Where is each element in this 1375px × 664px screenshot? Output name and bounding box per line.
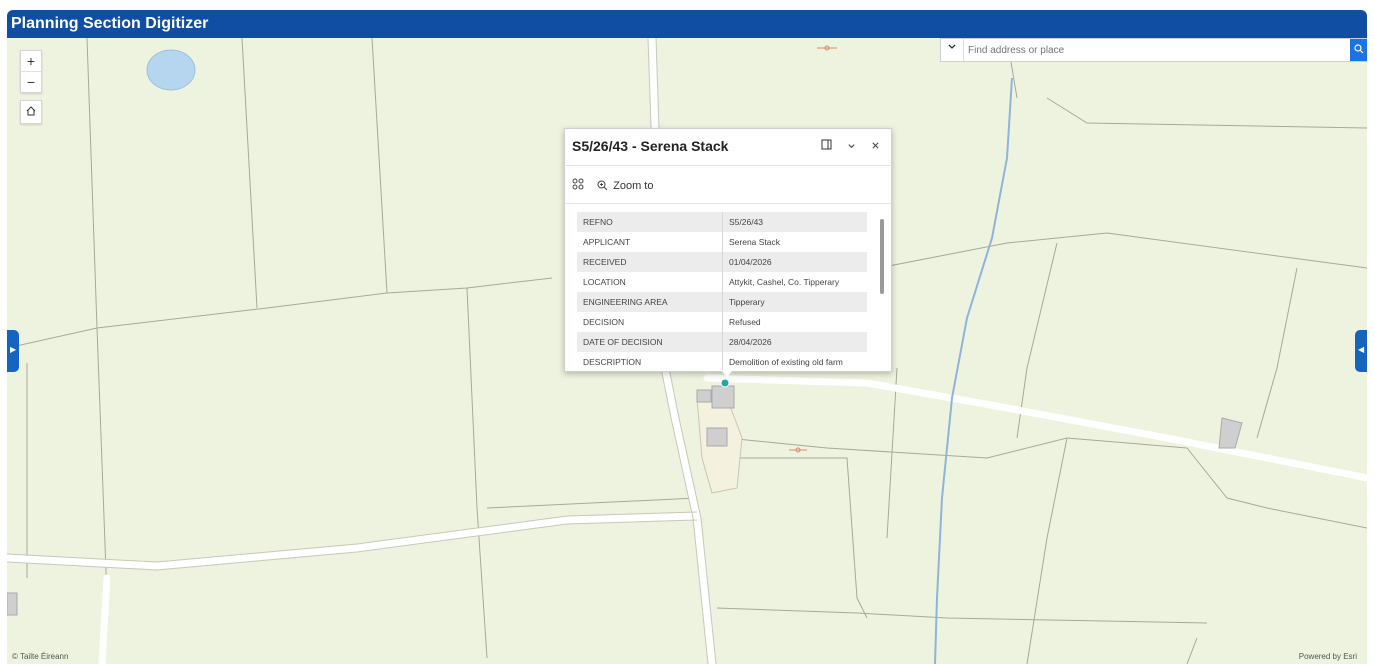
field-value: Attykit, Cashel, Co. Tipperary: [729, 277, 840, 287]
table-row: DESCRIPTION Demolition of existing old fa…: [577, 352, 867, 370]
field-value: Refused: [729, 317, 761, 327]
field-name: ENGINEERING AREA: [577, 292, 723, 312]
field-name: REFNO: [577, 212, 723, 232]
zoom-in-button[interactable]: +: [21, 51, 41, 72]
field-name: LOCATION: [577, 272, 723, 292]
chevron-down-icon: [848, 144, 855, 149]
table-row: DECISION Refused: [577, 312, 867, 332]
search-icon: [1354, 44, 1364, 54]
field-name: DESCRIPTION: [577, 352, 723, 370]
zoom-in-icon: [597, 180, 608, 191]
table-row: APPLICANT Serena Stack: [577, 232, 867, 252]
dock-icon: [821, 139, 832, 150]
app-header: Planning Section Digitizer: [7, 10, 1367, 38]
feature-popup: S5/26/43 - Serena Stack Zoom to REFNO S5/…: [564, 128, 892, 377]
field-value: Tipperary: [722, 292, 867, 312]
search-input[interactable]: [966, 41, 1340, 60]
field-name: RECEIVED: [577, 252, 723, 272]
grid-icon: [572, 178, 584, 190]
right-panel-expand-button[interactable]: ◀: [1355, 330, 1367, 372]
left-panel-expand-button[interactable]: ▶: [7, 330, 19, 372]
popup-pointer: [721, 370, 733, 377]
table-row: RECEIVED 01/04/2026: [577, 252, 867, 272]
attribute-table[interactable]: REFNO S5/26/43 APPLICANT Serena Stack RECE…: [577, 212, 867, 370]
field-name: DECISION: [577, 312, 723, 332]
search-source-dropdown[interactable]: [941, 39, 964, 61]
table-row: REFNO S5/26/43: [577, 212, 867, 232]
app-title: Planning Section Digitizer: [11, 15, 209, 32]
field-name: DATE OF DECISION: [577, 332, 723, 352]
collapse-button[interactable]: [847, 139, 856, 153]
close-icon: [872, 142, 879, 149]
zoom-to-label: Zoom to: [613, 179, 654, 192]
search-button[interactable]: [1350, 39, 1367, 61]
field-value: Serena Stack: [729, 237, 781, 247]
attribution: © Tailte Éireann: [12, 652, 69, 661]
popup-scrollbar[interactable]: [879, 212, 885, 367]
chevron-down-icon: [948, 44, 956, 49]
popup-divider: [565, 203, 891, 204]
zoom-out-button[interactable]: −: [21, 72, 41, 92]
table-row: ENGINEERING AREA Tipperary: [577, 292, 867, 312]
home-button[interactable]: [20, 100, 42, 124]
more-actions-button[interactable]: [572, 178, 584, 193]
field-value: S5/26/43: [722, 212, 867, 232]
field-value: 01/04/2026: [722, 252, 867, 272]
zoom-controls: + −: [20, 50, 42, 93]
close-button[interactable]: [871, 139, 880, 153]
scrollbar-thumb[interactable]: [880, 219, 884, 294]
esri-credit: Powered by Esri: [1298, 652, 1357, 661]
home-icon: [26, 106, 36, 116]
search-widget: [940, 38, 1367, 62]
table-row: LOCATION Attykit, Cashel, Co. Tipperary: [577, 272, 867, 292]
popup-actions: Zoom to: [572, 178, 653, 193]
popup-divider: [565, 165, 891, 166]
chevron-left-icon: ◀: [1358, 345, 1365, 354]
chevron-right-icon: ▶: [10, 345, 17, 354]
zoom-to-button[interactable]: Zoom to: [597, 179, 654, 192]
dock-button[interactable]: [821, 139, 832, 153]
field-value: Demolition of existing old farm: [729, 357, 843, 367]
table-row: DATE OF DECISION 28/04/2026: [577, 332, 867, 352]
field-name: APPLICANT: [577, 232, 723, 252]
popup-title: S5/26/43 - Serena Stack: [572, 138, 729, 154]
field-value: 28/04/2026: [722, 332, 867, 352]
